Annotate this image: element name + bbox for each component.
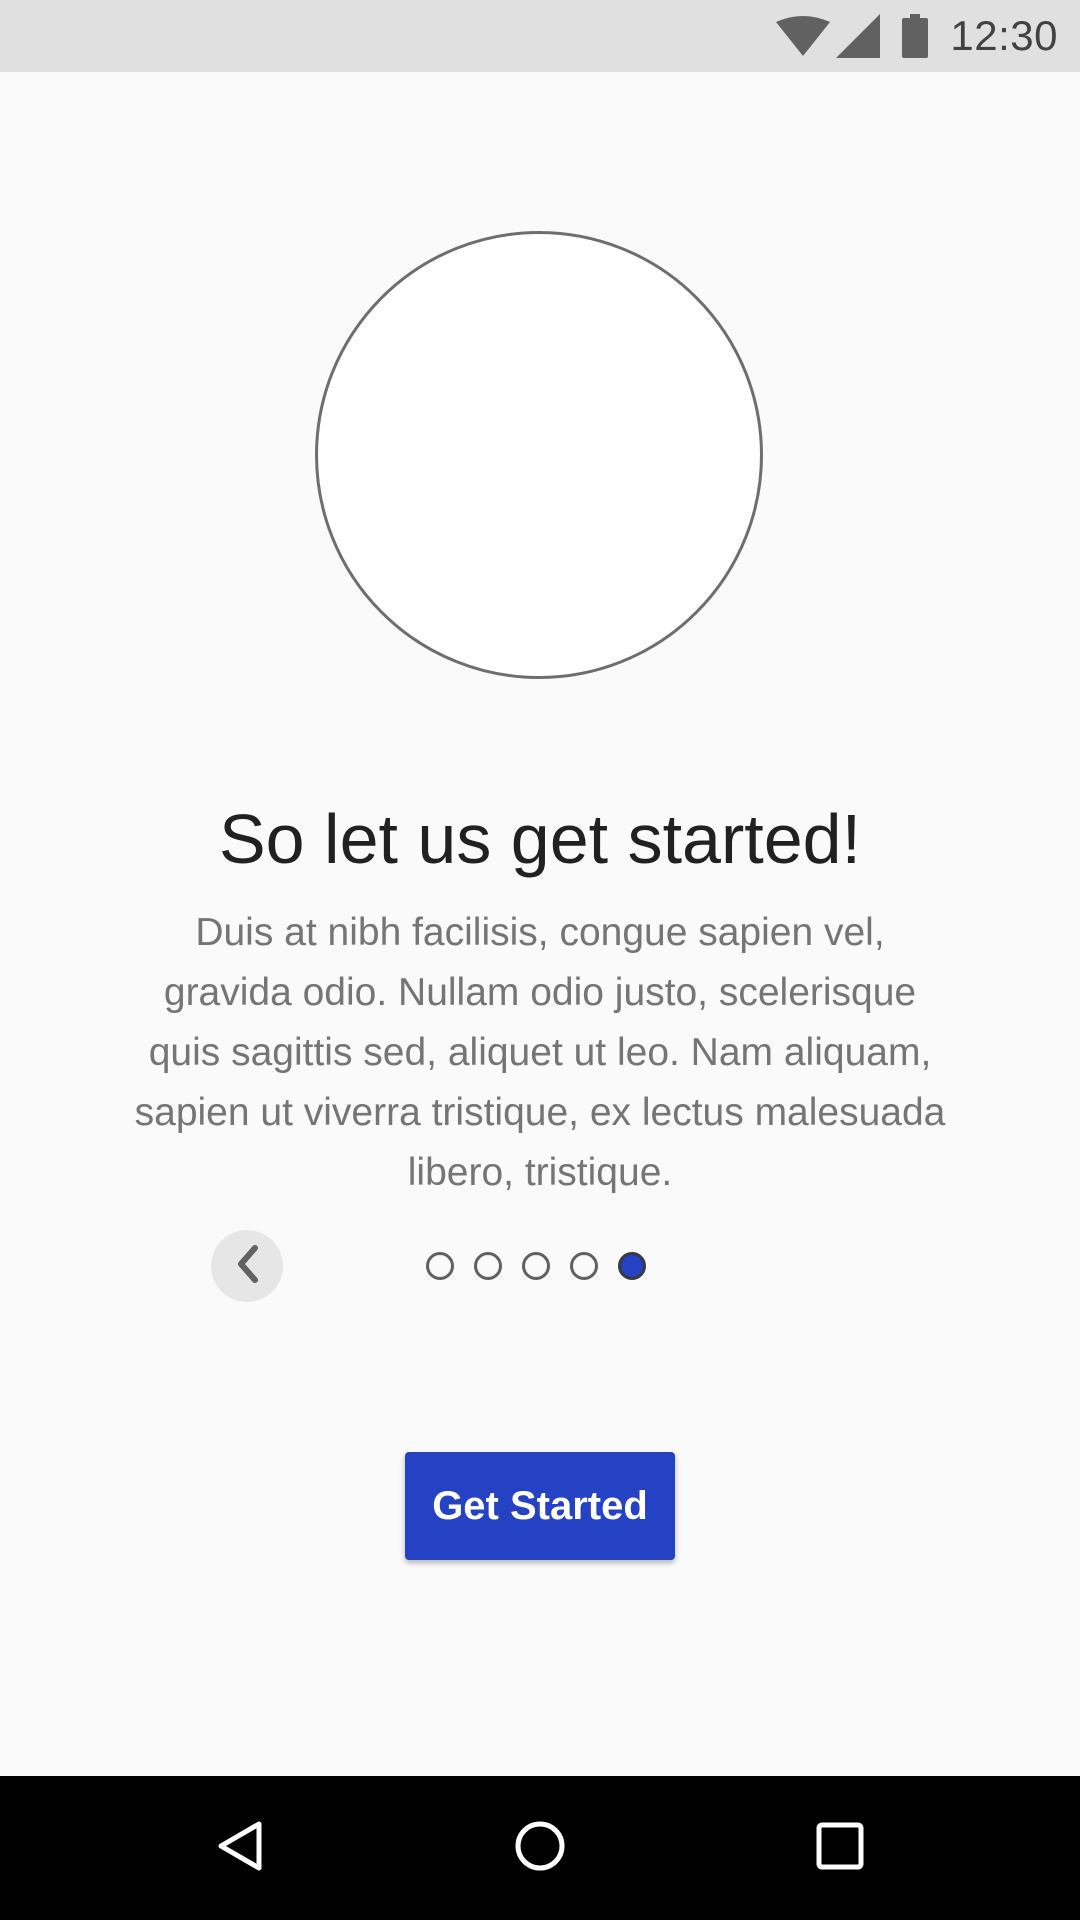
wifi-icon — [776, 16, 831, 56]
page-indicator — [426, 1250, 646, 1282]
status-icons: 12:30 — [776, 0, 1058, 72]
illustration-placeholder — [315, 231, 763, 679]
home-circle-icon — [514, 1820, 566, 1877]
page-title: So let us get started! — [218, 800, 862, 878]
system-navigation-bar — [0, 1776, 1080, 1920]
recents-square-icon — [815, 1821, 865, 1876]
battery-icon — [902, 14, 929, 58]
page-dot-2[interactable] — [474, 1252, 502, 1280]
nav-home-button[interactable] — [468, 1776, 612, 1920]
status-bar: 12:30 — [0, 0, 1080, 72]
chevron-left-icon — [233, 1244, 261, 1289]
cellular-signal-icon — [836, 14, 881, 58]
back-triangle-icon — [215, 1819, 265, 1878]
get-started-button[interactable]: Get Started — [405, 1452, 675, 1560]
nav-recents-button[interactable] — [768, 1776, 912, 1920]
page-description: Duis at nibh facilisis, congue sapien ve… — [134, 911, 946, 1194]
clock: 12:30 — [950, 12, 1058, 59]
previous-page-button[interactable] — [211, 1230, 283, 1302]
nav-back-button[interactable] — [168, 1776, 312, 1920]
page-dot-3[interactable] — [522, 1252, 550, 1280]
page-dot-4[interactable] — [570, 1252, 598, 1280]
page-dot-1[interactable] — [426, 1252, 454, 1280]
page-dot-5-active[interactable] — [618, 1252, 646, 1280]
